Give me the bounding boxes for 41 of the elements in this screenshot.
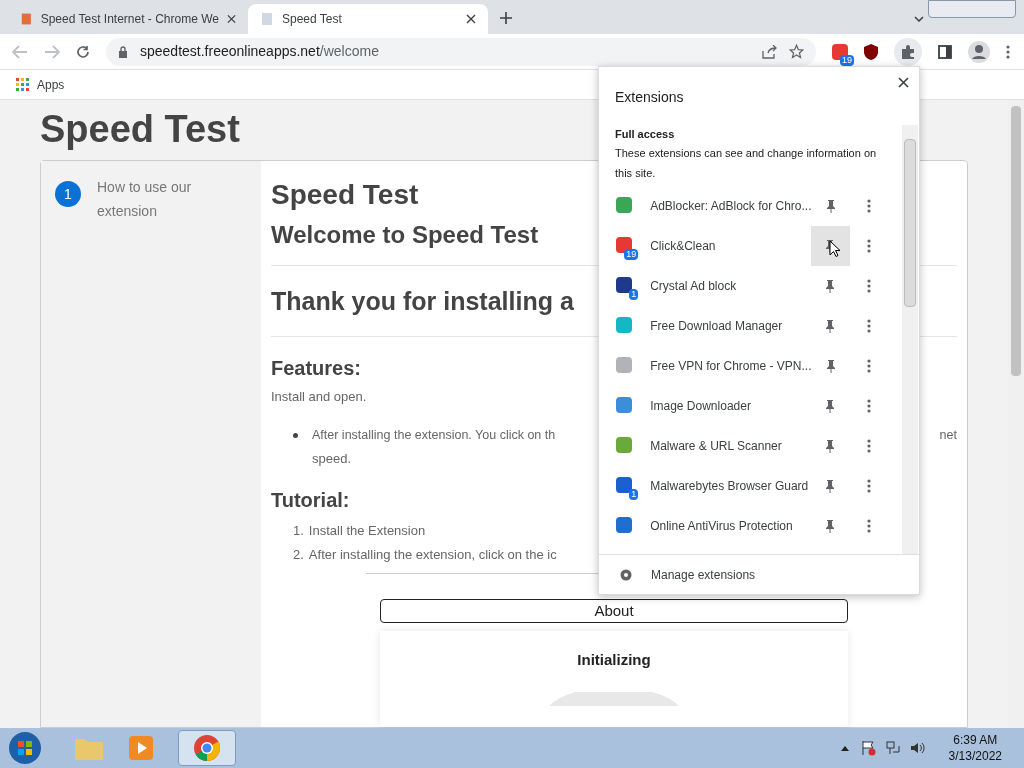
browser-tab[interactable]: Speed Test (248, 4, 488, 34)
extension-name[interactable]: Malware & URL Scanner (650, 437, 812, 455)
extension-badge: 1 (629, 489, 639, 500)
bookmark-link[interactable]: Apps (37, 75, 65, 94)
extension-name[interactable]: Free Download Manager (650, 317, 812, 335)
clock-date[interactable]: 3/13/2022 (948, 748, 1002, 764)
popup-title: Extensions (615, 87, 684, 107)
heading: Speed Test (271, 178, 419, 212)
extension-name[interactable]: Image Downloader (650, 397, 812, 415)
feature-text: speed. (311, 450, 352, 468)
clock-time[interactable]: 6:39 AM (953, 732, 998, 748)
extension-badge: 19 (624, 249, 639, 260)
extension-name[interactable]: Crystal Ad block (650, 277, 812, 295)
address-bar[interactable]: speedtest.freeonlineapps.net/welcome (106, 37, 816, 66)
manage-extensions-link[interactable]: Manage extensions (651, 565, 756, 584)
extension-badge: 1 (629, 289, 639, 300)
tutorial-step: After installing the extension, click on the ic (308, 543, 557, 567)
extension-name[interactable]: Free VPN for Chrome - VPN... (650, 357, 812, 375)
features-intro: Install and open. (271, 388, 367, 406)
section-description: These extensions can see and change information on this site. (614, 146, 878, 181)
tutorial-heading: Tutorial: (271, 488, 350, 513)
step-number: 2. (293, 546, 304, 564)
status-text: Initializing (577, 650, 651, 670)
browser-tab[interactable]: Speed Test Internet - Chrome We (8, 4, 248, 34)
tutorial-step: Install the Extension (308, 519, 426, 543)
step-number: 1. (293, 522, 304, 540)
feature-text: net (939, 427, 957, 444)
features-heading: Features: (271, 356, 362, 381)
feature-text: After installing the extension. You click on th (312, 427, 556, 444)
page-title: Speed Test (40, 107, 240, 152)
extension-name[interactable]: Click&Clean (650, 237, 812, 255)
extension-badge: 19 (840, 54, 854, 66)
extension-name[interactable]: AdBlocker: AdBlock for Chro... (650, 197, 812, 215)
subheading: Welcome to Speed Test (271, 220, 539, 250)
extension-name[interactable]: Malwarebytes Browser Guard (650, 477, 812, 495)
section-title: Full access (614, 127, 676, 142)
thanks-heading: Thank you for installing a (271, 286, 574, 317)
step-number[interactable]: 1 (55, 181, 81, 207)
extension-name[interactable]: Online AntiVirus Protection (650, 517, 812, 535)
about-button[interactable]: About (380, 599, 848, 623)
step-label[interactable]: How to use our extension (97, 175, 227, 223)
